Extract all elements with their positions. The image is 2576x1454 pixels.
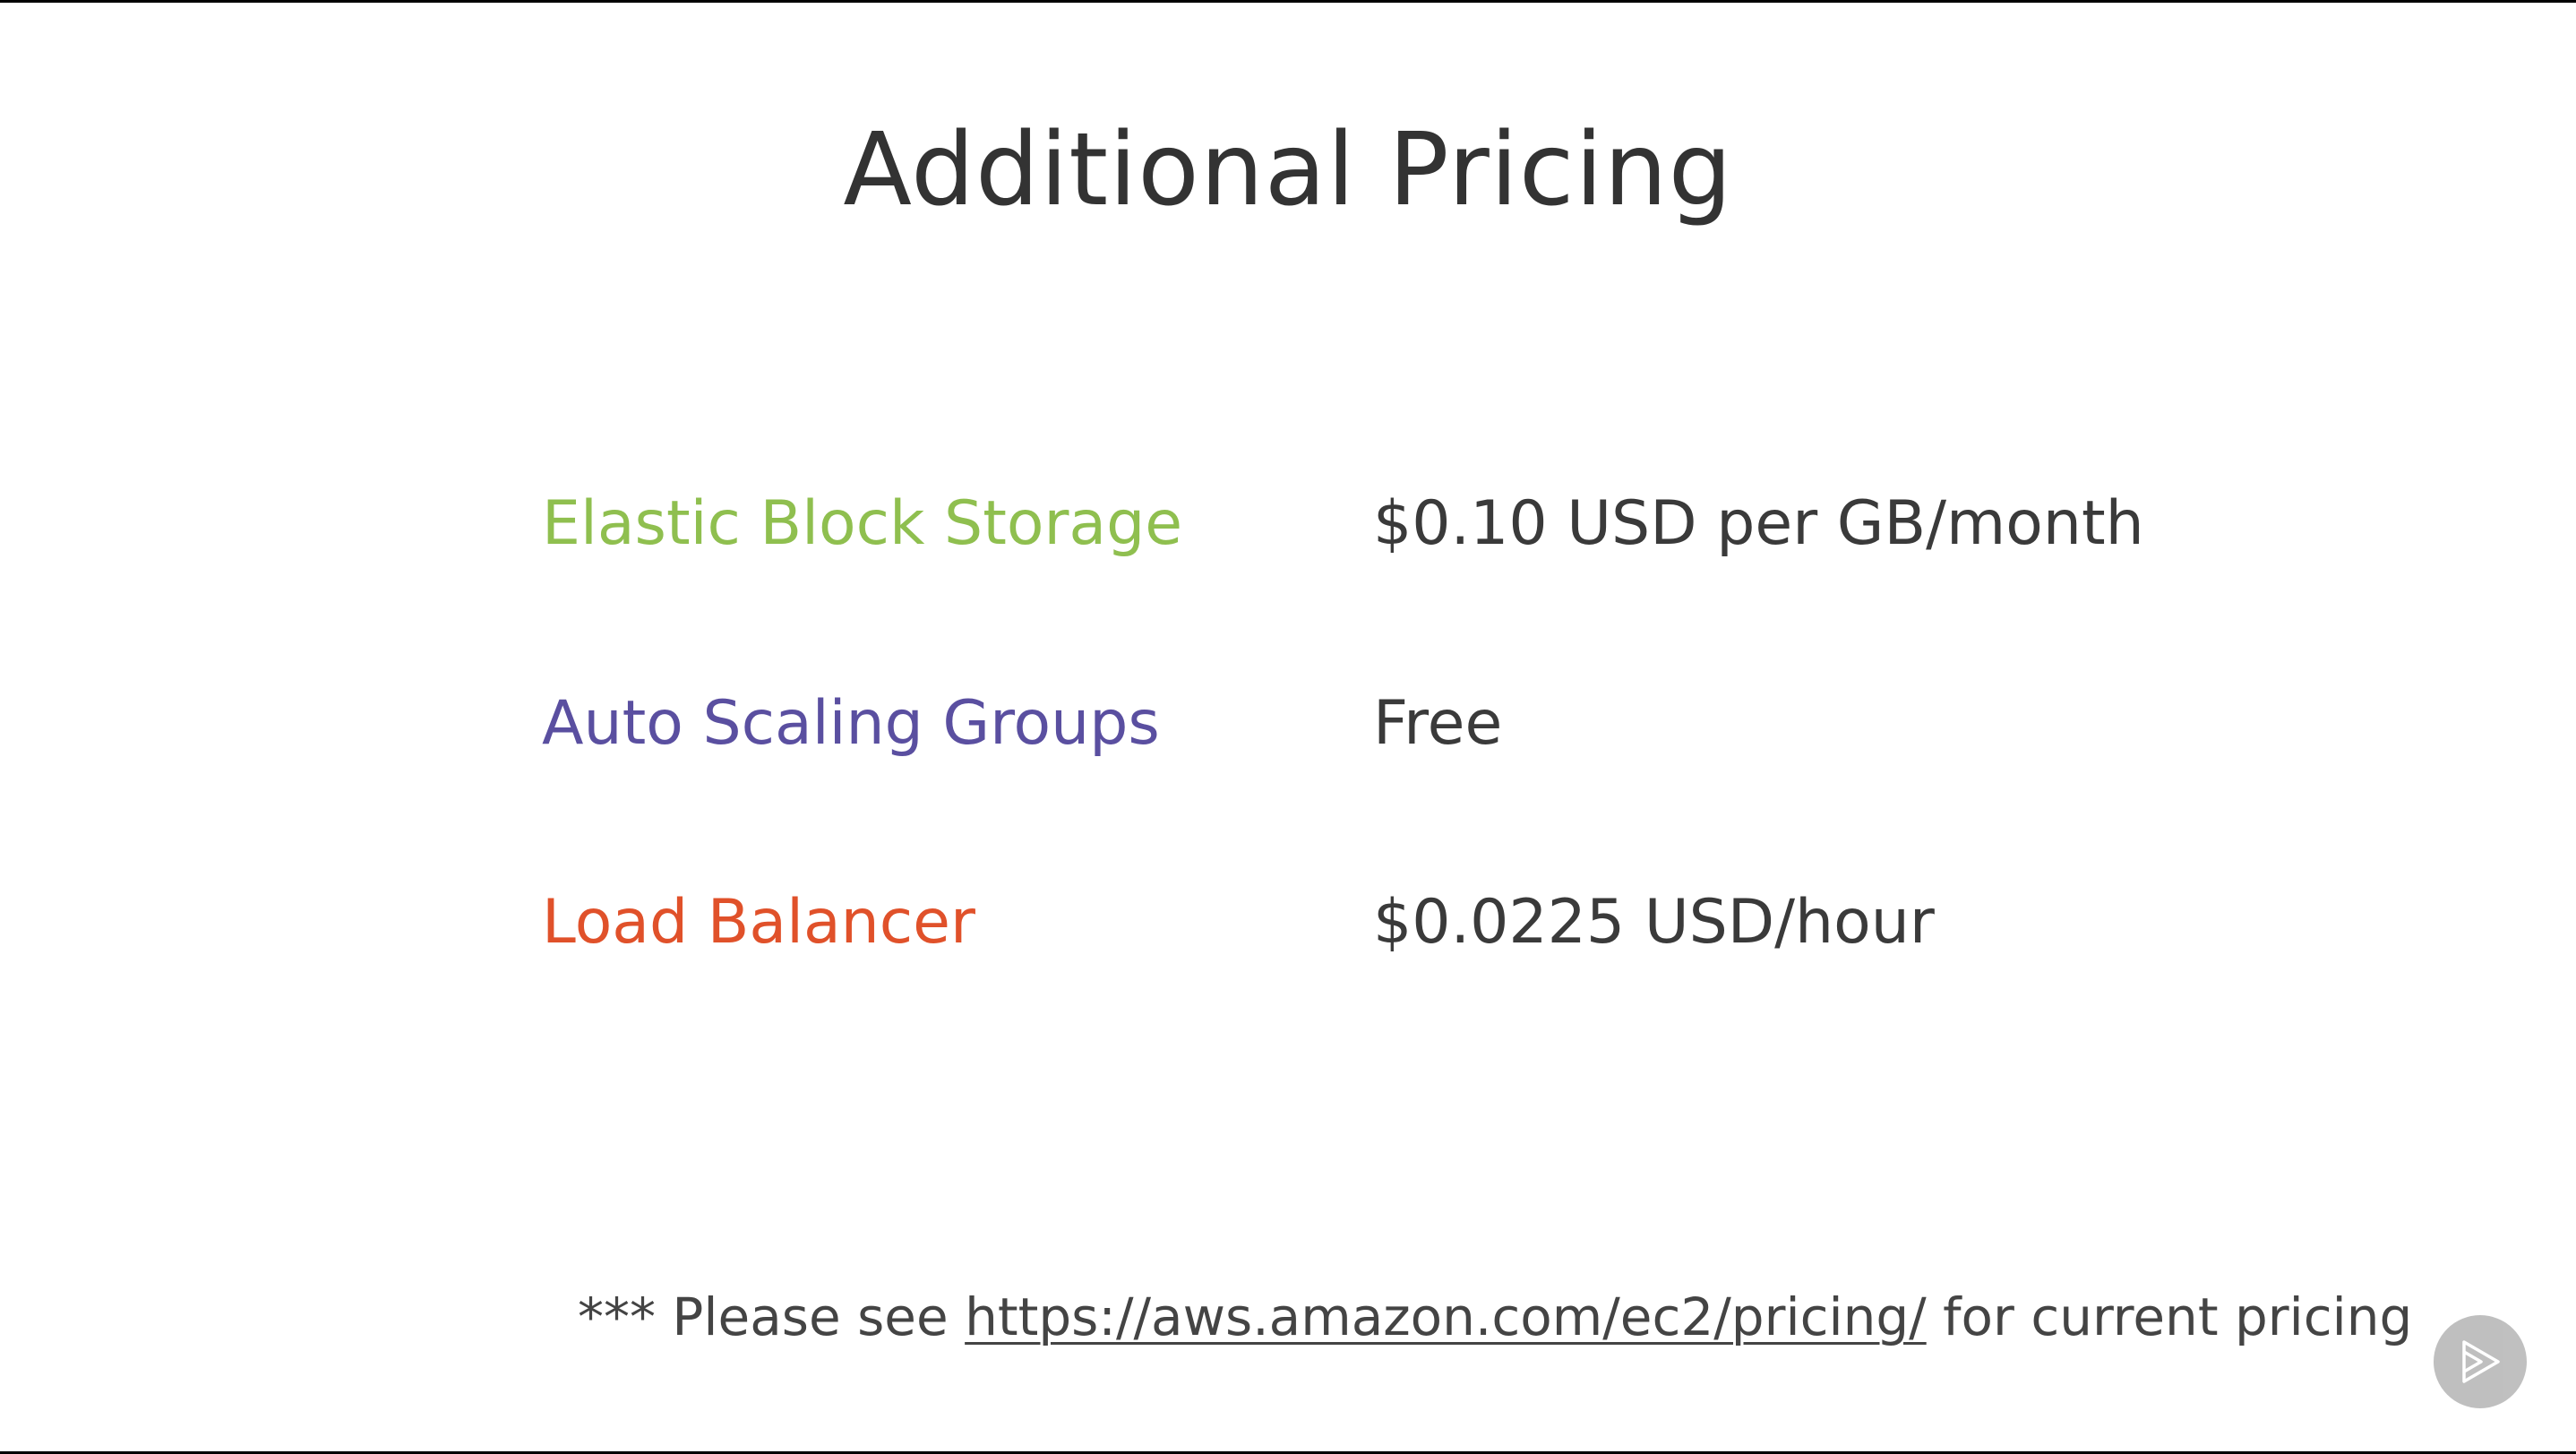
slide-title: Additional Pricing bbox=[843, 112, 1733, 228]
top-border bbox=[0, 0, 2576, 3]
play-logo-icon bbox=[2434, 1315, 2527, 1408]
pricing-link[interactable]: https://aws.amazon.com/ec2/pricing/ bbox=[965, 1286, 1927, 1347]
pricing-value: $0.10 USD per GB/month bbox=[1373, 488, 2144, 559]
footnote-prefix: *** Please see bbox=[578, 1286, 966, 1347]
pricing-value: Free bbox=[1373, 688, 1503, 759]
pricing-value: $0.0225 USD/hour bbox=[1373, 887, 1935, 958]
play-triangle-icon bbox=[2462, 1340, 2500, 1383]
pricing-label: Auto Scaling Groups bbox=[542, 688, 1160, 759]
pricing-footnote: *** Please see https://aws.amazon.com/ec… bbox=[578, 1281, 2412, 1353]
pricing-label: Elastic Block Storage bbox=[542, 488, 1183, 559]
pricing-row-asg: Auto Scaling Groups Free bbox=[542, 675, 2333, 773]
pricing-row-ebs: Elastic Block Storage $0.10 USD per GB/m… bbox=[542, 475, 2333, 573]
footnote-suffix: for current pricing bbox=[1926, 1286, 2413, 1347]
pricing-label: Load Balancer bbox=[542, 887, 975, 958]
pricing-row-elb: Load Balancer $0.0225 USD/hour bbox=[542, 873, 2333, 972]
